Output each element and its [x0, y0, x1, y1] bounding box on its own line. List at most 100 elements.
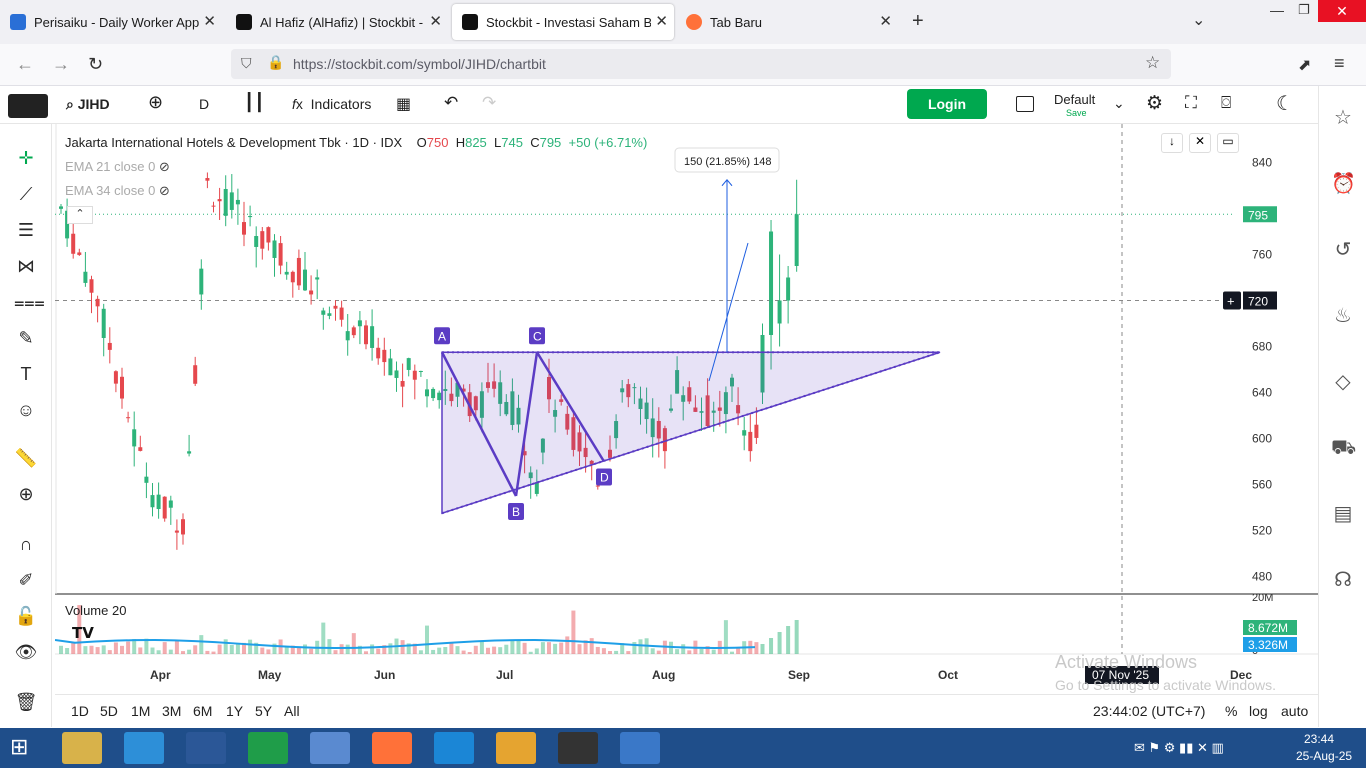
media-player-icon[interactable]: [310, 732, 350, 764]
chrome-icon[interactable]: [496, 732, 536, 764]
login-button[interactable]: Login: [907, 89, 987, 119]
compare-add-icon[interactable]: ⊕: [148, 92, 163, 113]
close-window-button[interactable]: ✕: [1318, 0, 1366, 22]
layout-save[interactable]: Save: [1066, 108, 1087, 118]
camera-icon[interactable]: ⌼: [1221, 93, 1231, 113]
edge-icon[interactable]: [434, 732, 474, 764]
brush-icon[interactable]: ✎: [14, 326, 38, 350]
layout-name[interactable]: Default: [1054, 92, 1095, 107]
dark-mode-moon-icon[interactable]: ☾: [1276, 91, 1294, 116]
hotlist-flame-icon[interactable]: ♨: [1331, 304, 1355, 328]
back-icon[interactable]: ←: [16, 54, 34, 75]
ema-21-legend[interactable]: EMA 21 close 0 ⊘: [65, 159, 170, 175]
pattern-tool-icon[interactable]: ⋈: [14, 254, 38, 278]
hidden-eye-icon[interactable]: ⊘: [159, 159, 170, 174]
internet-explorer-icon[interactable]: [124, 732, 164, 764]
magnet-icon[interactable]: ∩: [14, 532, 38, 556]
close-icon[interactable]: ✕: [203, 12, 216, 30]
range-1y[interactable]: 1Y: [226, 703, 243, 719]
broker-icon[interactable]: ⛟: [1331, 436, 1356, 460]
menu-icon[interactable]: ≡: [1334, 53, 1345, 74]
headset-icon[interactable]: ☊: [1331, 568, 1355, 592]
unlock-icon[interactable]: 🔓: [14, 604, 38, 628]
pattern-drawing[interactable]: A B C D 150 (21.85%) 148: [434, 147, 941, 520]
close-icon[interactable]: ✕: [655, 12, 668, 30]
range-6m[interactable]: 6M: [193, 703, 212, 719]
close-icon[interactable]: ✕: [879, 12, 892, 30]
word-icon[interactable]: [186, 732, 226, 764]
reload-icon[interactable]: ↻: [88, 54, 103, 75]
diamond-icon[interactable]: ◇: [1331, 370, 1355, 394]
firefox-icon[interactable]: [372, 732, 412, 764]
percent-toggle[interactable]: %: [1225, 703, 1237, 719]
forward-icon[interactable]: →: [52, 54, 70, 75]
zoom-in-icon[interactable]: ⊕: [14, 482, 38, 506]
ema-34-legend[interactable]: EMA 34 close 0 ⊘: [65, 183, 170, 199]
network-app-icon[interactable]: [620, 732, 660, 764]
lock-icon[interactable]: 🔒: [267, 54, 284, 71]
horizontal-lines-icon[interactable]: ☰: [14, 218, 38, 242]
eye-icon[interactable]: 👁: [14, 640, 38, 664]
fullscreen-icon[interactable]: ⛶: [1185, 93, 1197, 113]
stockbit-logo-icon[interactable]: [8, 94, 48, 118]
candlestick-type-icon[interactable]: ┃┃: [244, 93, 264, 113]
calendar-icon[interactable]: ▤: [1331, 502, 1355, 526]
range-3m[interactable]: 3M: [162, 703, 181, 719]
app-icon[interactable]: [558, 732, 598, 764]
minimize-button[interactable]: —: [1270, 2, 1284, 18]
history-icon[interactable]: ↺: [1331, 238, 1355, 262]
range-all[interactable]: All: [284, 703, 300, 719]
store-icon[interactable]: [248, 732, 288, 764]
extensions-icon[interactable]: ⬈: [1298, 55, 1311, 75]
hidden-eye-icon[interactable]: ⊘: [159, 183, 170, 198]
bookmark-star-icon[interactable]: ☆: [1145, 53, 1160, 73]
trend-line-icon[interactable]: ⟋: [14, 182, 38, 206]
crosshair-icon[interactable]: ✛: [14, 146, 38, 170]
gear-icon[interactable]: ⚙: [1146, 92, 1163, 115]
log-toggle[interactable]: log: [1249, 703, 1268, 719]
tray-icons[interactable]: ✉ ⚑ ⚙ ▮▮ ✕ ▥: [1134, 740, 1224, 756]
range-5d[interactable]: 5D: [100, 703, 118, 719]
lock-drawings-pencil-icon[interactable]: ✐: [14, 568, 38, 592]
templates-grid-icon[interactable]: ▦: [396, 94, 411, 114]
tab-alhafiz[interactable]: Al Hafiz (AlHafiz) | Stockbit - Inv ✕: [226, 4, 448, 40]
collapse-icon[interactable]: ✕: [1189, 133, 1211, 153]
interval-button[interactable]: D: [199, 96, 209, 112]
price-chart[interactable]: A B C D 150 (21.85%) 148 480 520 560 600 640 680 7…: [55, 124, 1318, 694]
watchlist-star-icon[interactable]: ☆: [1331, 106, 1355, 130]
collapse-legend-button[interactable]: ⌃: [67, 206, 93, 224]
indicators-button[interactable]: fx Indicators: [292, 96, 371, 112]
text-tool-icon[interactable]: T: [14, 362, 38, 386]
new-tab-button[interactable]: +: [912, 10, 924, 33]
alarm-clock-icon[interactable]: ⏰: [1331, 172, 1356, 196]
tab-stockbit[interactable]: Stockbit - Investasi Saham Bersa ✕: [452, 4, 674, 40]
range-5y[interactable]: 5Y: [255, 703, 272, 719]
clock-readout[interactable]: 23:44:02 (UTC+7): [1093, 703, 1205, 719]
maximize-pane-icon[interactable]: ▭: [1217, 133, 1239, 153]
fib-retracement-icon[interactable]: ⩶: [14, 290, 45, 314]
chevron-down-icon[interactable]: ⌄: [1113, 95, 1125, 112]
file-explorer-icon[interactable]: [62, 732, 102, 764]
trash-icon[interactable]: 🗑: [14, 690, 38, 714]
tray-date[interactable]: 25-Aug-25: [1296, 749, 1352, 763]
tab-new[interactable]: Tab Baru ✕: [676, 4, 898, 40]
emoji-icon[interactable]: ☺: [14, 398, 38, 422]
tray-time[interactable]: 23:44: [1304, 732, 1334, 746]
windows-start-icon[interactable]: ⊞: [10, 734, 28, 760]
range-1d[interactable]: 1D: [71, 703, 89, 719]
range-1m[interactable]: 1M: [131, 703, 150, 719]
layout-box-icon[interactable]: [1016, 96, 1034, 112]
ruler-icon[interactable]: 📏: [14, 446, 38, 470]
undo-icon[interactable]: ↶: [444, 93, 458, 113]
auto-toggle[interactable]: auto: [1281, 703, 1308, 719]
redo-icon[interactable]: ↷: [482, 93, 496, 113]
maximize-button[interactable]: ❐: [1298, 2, 1310, 18]
tracking-shield-icon[interactable]: ⛉: [241, 55, 252, 72]
symbol-search[interactable]: ⌕ JIHD: [66, 96, 110, 113]
url-text[interactable]: https://stockbit.com/symbol/JIHD/chartbi…: [293, 56, 546, 72]
tab-perisaiku[interactable]: Perisaiku - Daily Worker App ✕: [0, 4, 222, 40]
chevron-down-icon[interactable]: ⌄: [1192, 10, 1205, 30]
url-bar[interactable]: ⛉ 🔒 https://stockbit.com/symbol/JIHD/cha…: [231, 49, 1171, 79]
scroll-down-icon[interactable]: ↓: [1161, 133, 1183, 153]
close-icon[interactable]: ✕: [429, 12, 442, 30]
